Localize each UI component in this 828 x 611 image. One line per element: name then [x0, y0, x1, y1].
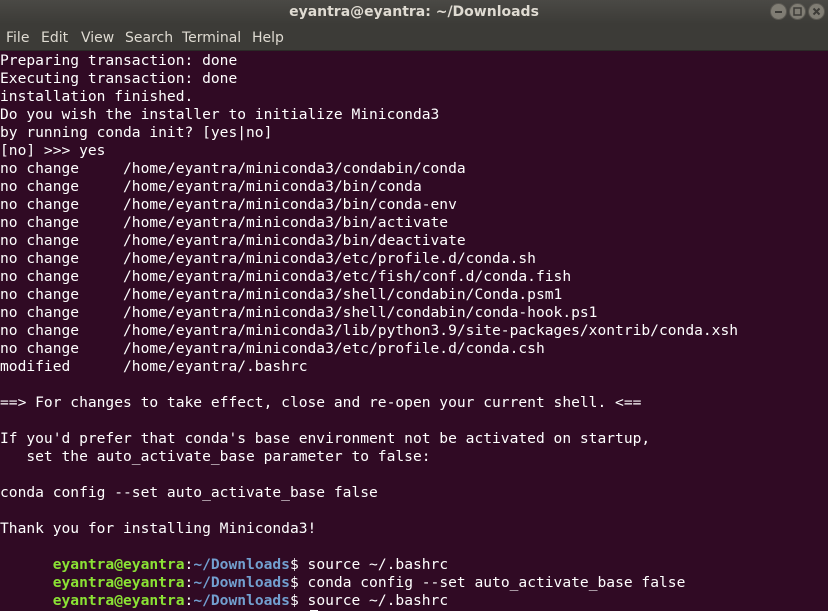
output-line: by running conda init? [yes|no] [0, 124, 273, 141]
close-button[interactable] [808, 3, 825, 20]
output-line: [no] >>> yes [0, 142, 106, 159]
output-line: no change /home/eyantra/miniconda3/conda… [0, 160, 466, 177]
output-line: no change /home/eyantra/miniconda3/bin/c… [0, 178, 422, 195]
output-line: no change /home/eyantra/miniconda3/shell… [0, 304, 598, 321]
prompt-line: eyantra@eyantra:~/Downloads$ conda confi… [0, 556, 686, 591]
menu-bar: File Edit View Search Terminal Help [0, 24, 828, 51]
output-line: modified /home/eyantra/.bashrc [0, 358, 308, 375]
output-line: no change /home/eyantra/miniconda3/etc/p… [0, 340, 545, 357]
command-text: source ~/.bashrc [307, 592, 449, 609]
maximize-icon [793, 7, 802, 16]
title-bar[interactable]: eyantra@eyantra: ~/Downloads [0, 0, 828, 24]
output-line: no change /home/eyantra/miniconda3/shell… [0, 286, 563, 303]
prompt-line: eyantra@eyantra:~/Downloads$ source ~/.b… [0, 538, 448, 573]
menu-help[interactable]: Help [252, 24, 284, 51]
terminal-window: eyantra@eyantra: ~/Downloads File Edit V… [0, 0, 828, 611]
minimize-button[interactable] [770, 3, 787, 20]
output-line: Executing transaction: done [0, 70, 238, 87]
output-line: no change /home/eyantra/miniconda3/etc/p… [0, 250, 536, 267]
output-line: no change /home/eyantra/miniconda3/bin/d… [0, 232, 466, 249]
output-line: installation finished. [0, 88, 194, 105]
output-line: ==> For changes to take effect, close an… [0, 394, 642, 411]
output-line: no change /home/eyantra/miniconda3/bin/c… [0, 196, 457, 213]
output-line: Preparing transaction: done [0, 52, 238, 69]
terminal-output[interactable]: Preparing transaction: done Executing tr… [0, 51, 828, 611]
menu-file[interactable]: File [6, 24, 29, 51]
prompt-line-active[interactable]: eyantra@eyantra:~/Downloads$ [0, 592, 318, 611]
output-line: conda config --set auto_activate_base fa… [0, 484, 378, 501]
menu-terminal[interactable]: Terminal [182, 24, 241, 51]
prompt-line: eyantra@eyantra:~/Downloads$ source ~/.b… [0, 574, 448, 609]
window-title: eyantra@eyantra: ~/Downloads [289, 4, 539, 20]
output-line: Thank you for installing Miniconda3! [0, 520, 317, 537]
menu-search[interactable]: Search [125, 24, 173, 51]
menu-view[interactable]: View [81, 24, 114, 51]
output-line: set the auto_activate_base parameter to … [0, 448, 431, 465]
menu-edit[interactable]: Edit [41, 24, 68, 51]
output-line: no change /home/eyantra/miniconda3/lib/p… [0, 322, 739, 339]
output-line: If you'd prefer that conda's base enviro… [0, 430, 651, 447]
output-line: no change /home/eyantra/miniconda3/etc/f… [0, 268, 572, 285]
maximize-button[interactable] [789, 3, 806, 20]
output-line: Do you wish the installer to initialize … [0, 106, 440, 123]
minimize-icon [775, 11, 782, 13]
output-line: no change /home/eyantra/miniconda3/bin/a… [0, 214, 449, 231]
close-icon [812, 7, 821, 16]
